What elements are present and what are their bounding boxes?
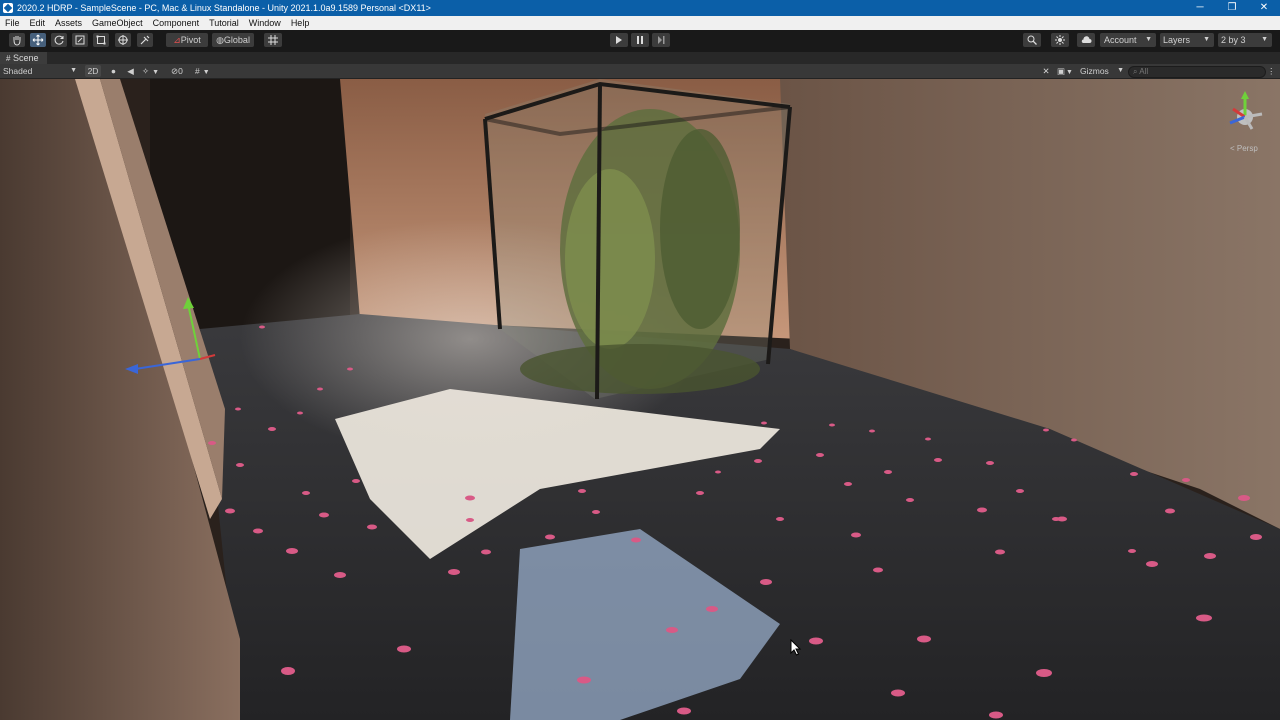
camera-icon: ▣ (1057, 66, 1066, 76)
lighting-toggle[interactable]: ● (107, 65, 120, 77)
menu-bar: File Edit Assets GameObject Component Tu… (0, 16, 1280, 30)
main-toolbar: ⊿Pivot ◍Global Account ▼ Layers ▼ 2 by 3 ▼ (0, 30, 1280, 50)
pause-button[interactable] (631, 33, 649, 47)
step-button[interactable] (652, 33, 670, 47)
chevron-down-icon: ▼ (70, 67, 77, 74)
draw-mode-label: Shaded (3, 66, 33, 76)
hand-tool-button[interactable] (9, 33, 25, 47)
audio-toggle[interactable]: ◀ (124, 65, 137, 77)
menu-help[interactable]: Help (286, 18, 315, 28)
menu-file[interactable]: File (0, 18, 25, 28)
effects-dropdown[interactable]: ✧ ▼ (142, 65, 164, 77)
gizmos-dropdown[interactable]: Gizmos ▼ (1080, 65, 1124, 77)
play-button[interactable] (610, 33, 628, 47)
mouse-cursor-icon (790, 639, 802, 656)
move-tool-button[interactable] (30, 33, 46, 47)
scene-tab-icon: # (6, 54, 11, 63)
hidden-count: 0 (178, 66, 183, 76)
grid-dropdown[interactable]: # ▼ (195, 65, 217, 77)
scene-menu-button[interactable]: ⋮ (1267, 65, 1277, 77)
global-toggle[interactable]: ◍Global (212, 33, 254, 47)
camera-dropdown[interactable]: ▣▼ (1057, 65, 1077, 77)
collab-icon (1055, 35, 1065, 45)
transform-tool-icon (118, 35, 128, 45)
unity-logo-icon (3, 3, 13, 13)
menu-assets[interactable]: Assets (50, 18, 87, 28)
play-icon (616, 36, 622, 44)
tab-scene[interactable]: # Scene (0, 52, 47, 64)
draw-mode-dropdown[interactable]: Shaded ▼ (3, 65, 79, 77)
hidden-objects-toggle[interactable]: ⊘0 (171, 65, 193, 77)
rotate-tool-icon (54, 35, 64, 45)
effects-icon: ✧ (142, 66, 150, 76)
custom-tool-icon (140, 35, 150, 45)
scene-render (0, 79, 1280, 720)
restore-button[interactable]: ❐ (1216, 0, 1248, 16)
kebab-icon: ⋮ (1267, 66, 1276, 76)
menu-gameobject[interactable]: GameObject (87, 18, 148, 28)
pivot-toggle[interactable]: ⊿Pivot (166, 33, 208, 47)
custom-tool-button[interactable] (137, 33, 153, 47)
persp-label[interactable]: < Persp (1230, 144, 1258, 153)
gizmos-label: Gizmos (1080, 66, 1109, 76)
layers-label: Layers (1163, 35, 1191, 45)
account-label: Account (1104, 35, 1137, 45)
panel-tab-bar: # Scene (0, 52, 1280, 64)
menu-window[interactable]: Window (244, 18, 286, 28)
scene-view-toolbar: Shaded ▼ 2D ● ◀ ✧ ▼ ⊘0 # ▼ ✕ ▣▼ Gizmos ▼ ⌕… (0, 64, 1280, 79)
menu-tutorial[interactable]: Tutorial (204, 18, 244, 28)
grid-icon: # (195, 66, 200, 76)
window-titlebar: 2020.2 HDRP - SampleScene - PC, Mac & Li… (0, 0, 1280, 16)
cloud-icon (1081, 36, 1092, 43)
grid-snap-icon (268, 35, 278, 45)
search-icon (1027, 35, 1037, 45)
search-button[interactable] (1023, 33, 1041, 47)
tools-icon: ✕ (1042, 66, 1050, 76)
scale-tool-button[interactable] (72, 33, 88, 47)
window-title: 2020.2 HDRP - SampleScene - PC, Mac & Li… (17, 3, 431, 13)
scene-search-input[interactable]: ⌕ All (1128, 66, 1266, 78)
tools-toggle[interactable]: ✕ (1040, 65, 1052, 77)
minimize-button[interactable]: ─ (1184, 0, 1216, 16)
chevron-down-icon: ▼ (1145, 36, 1152, 43)
grid-snap-button[interactable] (264, 33, 282, 47)
scene-viewport[interactable]: < Persp (0, 79, 1280, 720)
chevron-down-icon: ▼ (202, 69, 210, 76)
account-dropdown[interactable]: Account ▼ (1100, 33, 1156, 47)
pause-icon (637, 36, 643, 44)
cloud-button[interactable] (1077, 33, 1095, 47)
rect-tool-icon (96, 35, 106, 45)
globe-icon: ◍ (216, 35, 224, 45)
hand-tool-icon (13, 36, 21, 46)
collab-button[interactable] (1051, 33, 1069, 47)
layout-dropdown[interactable]: 2 by 3 ▼ (1218, 33, 1272, 47)
mode-2d-toggle[interactable]: 2D (85, 65, 101, 77)
close-button[interactable]: ✕ (1248, 0, 1280, 16)
mode-2d-label: 2D (87, 66, 99, 76)
pivot-icon: ⊿ (173, 35, 181, 45)
lightbulb-icon: ● (110, 66, 117, 76)
menu-component[interactable]: Component (148, 18, 205, 28)
search-placeholder: All (1139, 67, 1149, 76)
chevron-down-icon: ▼ (152, 69, 160, 76)
move-tool-icon (32, 34, 44, 46)
menu-edit[interactable]: Edit (25, 18, 51, 28)
pivot-label: Pivot (180, 35, 201, 45)
chevron-down-icon: ▼ (1261, 36, 1268, 43)
scene-tab-label: Scene (12, 53, 39, 63)
rect-tool-button[interactable] (93, 33, 109, 47)
chevron-down-icon: ▼ (1066, 69, 1073, 76)
speaker-icon: ◀ (127, 66, 134, 76)
layers-dropdown[interactable]: Layers ▼ (1160, 33, 1214, 47)
search-icon: ⌕ (1133, 67, 1138, 76)
scale-tool-icon (75, 35, 85, 45)
transform-tool-button[interactable] (115, 33, 131, 47)
layout-label: 2 by 3 (1221, 35, 1246, 45)
chevron-down-icon: ▼ (1117, 67, 1124, 74)
rotate-tool-button[interactable] (51, 33, 67, 47)
step-icon (658, 36, 665, 44)
chevron-down-icon: ▼ (1203, 36, 1210, 43)
global-label: Global (223, 35, 250, 45)
